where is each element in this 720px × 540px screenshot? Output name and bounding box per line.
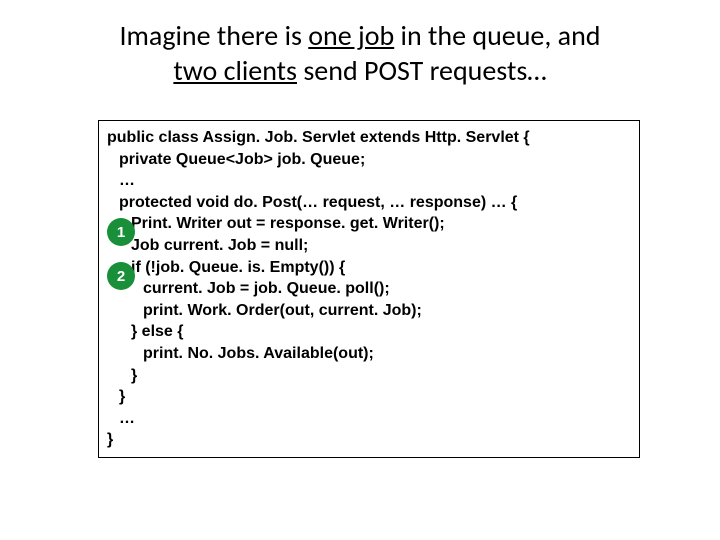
code-line: } (107, 386, 631, 408)
step-badge-2: 2 (107, 262, 135, 290)
code-line: Job current. Job = null; (107, 235, 631, 257)
code-line: … (107, 408, 631, 430)
code-line: print. Work. Order(out, current. Job); (107, 300, 631, 322)
badge-label: 1 (117, 224, 125, 241)
code-line: … (107, 170, 631, 192)
code-line: protected void do. Post(… request, … res… (107, 192, 631, 214)
step-badge-1: 1 (107, 218, 135, 246)
code-line: Print. Writer out = response. get. Write… (107, 213, 631, 235)
title-line1-pre: Imagine there is (119, 18, 308, 53)
badge-label: 2 (117, 268, 125, 285)
code-line: if (!job. Queue. is. Empty()) { (107, 257, 631, 279)
code-line: print. No. Jobs. Available(out); (107, 343, 631, 365)
code-line: } else { (107, 321, 631, 343)
code-line: public class Assign. Job. Servlet extend… (107, 127, 631, 149)
slide-title: Imagine there is one job in the queue, a… (0, 0, 720, 88)
title-line2-post: send POST requests… (297, 53, 547, 88)
title-line1-post: in the queue, and (394, 18, 600, 53)
code-line: private Queue<Job> job. Queue; (107, 149, 631, 171)
code-line: } (107, 365, 631, 387)
title-line1-u: one job (308, 18, 394, 53)
code-line: } (107, 429, 631, 451)
title-line2-u: two clients (173, 53, 297, 88)
code-block: public class Assign. Job. Servlet extend… (98, 120, 640, 458)
code-line: current. Job = job. Queue. poll(); (107, 278, 631, 300)
